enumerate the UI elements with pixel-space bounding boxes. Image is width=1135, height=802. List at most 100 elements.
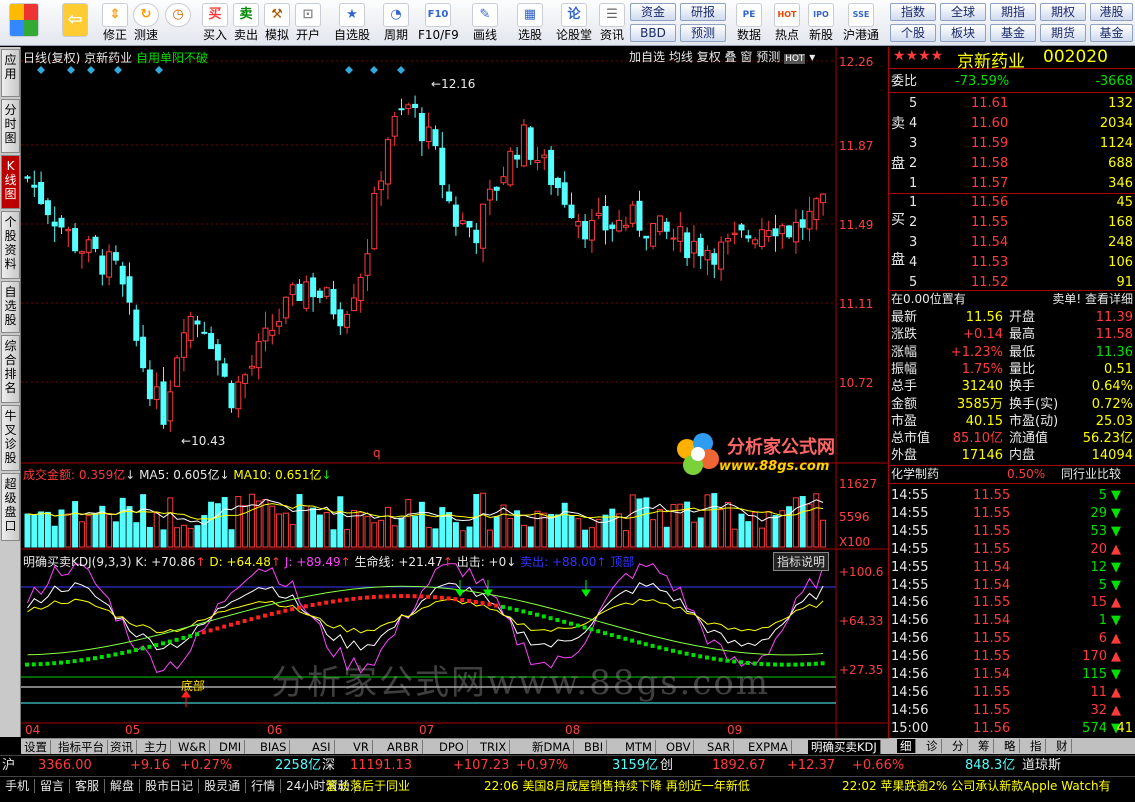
global-button[interactable]: 全球 [940,3,986,21]
news-ticker-1[interactable]: 暂长落后于同业 [326,777,410,795]
dropdown-icon[interactable]: ▾ [809,50,815,64]
options-button[interactable]: 期权 [1040,3,1086,21]
news-button[interactable]: ☰ 资讯 [597,2,627,44]
predict-button[interactable]: 预测 [756,50,780,64]
indicator-tab[interactable]: 新DMA [529,740,575,754]
bbd-button[interactable]: BBD [630,24,676,42]
bids-level-3[interactable]: 3 11.54 248 [889,234,1135,251]
tab-intraday[interactable]: 分时图 [1,99,20,153]
panel-tab[interactable]: 细 [897,739,916,753]
futures-button[interactable]: 期货 [1040,24,1086,42]
tab-diagnosis[interactable]: 牛叉诊股 [1,405,20,471]
news-ticker-2[interactable]: 22:06 美国8月成屋销售持续下降 再创近一年新低 [484,777,750,795]
bids-level-5[interactable]: 5 11.52 91 [889,274,1135,291]
indicator-help-button[interactable]: 指标说明 [773,552,830,571]
industry-compare-link[interactable]: 同行业比较 [1061,466,1121,483]
sell-button[interactable]: 卖卖出 [231,2,261,44]
status-item[interactable]: 股灵通 [199,779,247,793]
tab-level2[interactable]: 超级盘口 [1,473,20,541]
indicator-tab[interactable]: 设置 [21,740,51,754]
speed-test-button[interactable]: ↻ 测速 [131,2,161,44]
panel-tab[interactable]: 指 [1027,739,1046,753]
panel-tab[interactable]: 诊 [923,739,942,753]
index-button[interactable]: 指数 [890,3,936,21]
fund-flow-button[interactable]: 资金 [630,3,676,21]
kline-chart-area[interactable]: 日线(复权) 京新药业 自用单阳不破 加自选 均线 复权 叠 窗 预测 HOT … [21,47,889,738]
hk-connect-button[interactable]: SSE 沪港通 [840,2,882,44]
tab-stock-profile[interactable]: 个股资料 [1,211,20,279]
panel-tab[interactable]: 略 [1001,739,1020,753]
stock-screener-button[interactable]: ▦ 选股 [512,2,548,44]
indicator-tab[interactable]: ARBR [384,740,423,754]
futures-index-button[interactable]: 期指 [990,3,1036,21]
indicator-tab[interactable]: 明确买卖KDJ [808,740,881,754]
back-button[interactable]: ⇦ [60,2,90,44]
asks-level-1[interactable]: 1 11.57 346 [889,175,1135,192]
panel-tab[interactable]: 财 [1053,739,1072,753]
status-item[interactable]: 手机 [0,779,36,793]
indicator-tab[interactable]: W&R [175,740,211,754]
tab-kline[interactable]: K线图 [1,155,20,209]
tab-ranking[interactable]: 综合排名 [1,335,20,403]
tab-apps[interactable]: 应用 [1,49,20,97]
status-item[interactable]: 行情 [246,779,282,793]
fix-button[interactable]: ⇕ 修正 [100,2,130,44]
bids-level-2[interactable]: 2 11.55 168 [889,214,1135,231]
indicator-tab[interactable]: 主力 [141,740,171,754]
indicator-tab[interactable]: 指标平台 [55,740,108,754]
buy-button[interactable]: 买买入 [200,2,230,44]
formula-name[interactable]: 自用单阳不破 [136,51,208,65]
indicator-tab[interactable]: BBI [581,740,608,754]
sectors-button[interactable]: 板块 [940,24,986,42]
indicator-tab[interactable]: MTM [622,740,656,754]
indicator-tab[interactable]: SAR [704,740,735,754]
indicator-tab[interactable]: TRIX [477,740,511,754]
status-item[interactable]: 留言 [35,779,71,793]
indicator-tab[interactable]: VR [350,740,373,754]
asks-level-5[interactable]: 5 11.61 132 [889,95,1135,112]
funds-button[interactable]: 基金 [990,24,1036,42]
simulate-button[interactable]: ⚒ 模拟 [262,2,292,44]
indicator-tab[interactable]: EXPMA [745,740,792,754]
add-watchlist-button[interactable]: 加自选 [629,50,665,64]
panel-tab[interactable]: 分 [949,739,968,753]
stocks-button[interactable]: 个股 [890,24,936,42]
tab-watchlist[interactable]: 自选股 [1,281,20,333]
adjust-button[interactable]: 复权 [697,50,721,64]
status-item[interactable]: 客服 [70,779,106,793]
indicator-tab[interactable]: ASI [309,740,335,754]
panel-tab[interactable]: 筹 [975,739,994,753]
ma-button[interactable]: 均线 [669,50,693,64]
ipo-button[interactable]: IPO 新股 [806,2,836,44]
forecast-button[interactable]: 预测 [680,24,726,42]
hot-badge-icon[interactable]: HOT [784,54,806,64]
status-item[interactable]: 解盘 [105,779,141,793]
indicator-tab[interactable]: DMI [216,740,246,754]
f10-button[interactable]: F10 F10/F9 [418,2,459,44]
window-button[interactable]: 窗 [740,50,752,64]
forum-button[interactable]: 论论股堂 [556,2,592,44]
indicator-tab[interactable]: DPO [436,740,468,754]
overlay-button[interactable]: 叠 [725,50,737,64]
hot-button[interactable]: HOT 热点 [772,2,802,44]
indicator-tab[interactable]: OBV [663,740,695,754]
funds-button-2[interactable]: 基金 [1090,24,1133,42]
bids-level-4[interactable]: 4 11.53 106 [889,254,1135,271]
asks-level-3[interactable]: 3 11.59 1124 [889,135,1135,152]
hk-stocks-button[interactable]: 港股 [1090,3,1133,21]
open-account-button[interactable]: ⊡ 开户 [293,2,323,44]
windows-logo-icon[interactable] [6,2,42,44]
news-ticker-3[interactable]: 22:02 苹果跌逾2% 公司承认新款Apple Watch有 [842,777,1135,795]
period-button[interactable]: ◔ 周期 [378,2,414,44]
status-item[interactable]: 股市日记 [140,779,200,793]
asks-level-4[interactable]: 4 11.60 2034 [889,115,1135,132]
data-button[interactable]: PE 数据 [734,2,764,44]
asks-level-2[interactable]: 2 11.58 688 [889,155,1135,172]
draw-line-button[interactable]: ✎ 画线 [465,2,505,44]
clock-button[interactable]: ◷ [163,2,193,44]
bids-level-1[interactable]: 1 11.56 45 [889,194,1135,211]
sell-detail-link[interactable]: 卖单! 查看详细 [1052,291,1133,308]
watchlist-button[interactable]: ★ 自选股 [332,2,372,44]
indicator-tab[interactable]: 资讯 [107,740,137,754]
indicator-tab[interactable]: BIAS [257,740,291,754]
